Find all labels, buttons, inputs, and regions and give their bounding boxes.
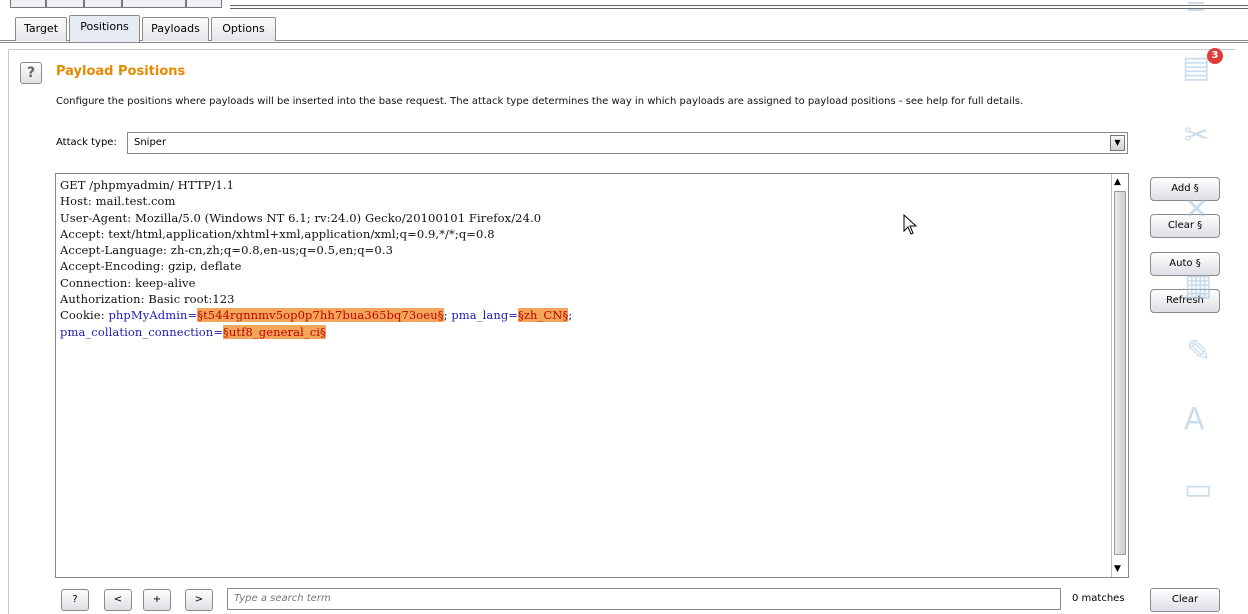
request-text[interactable]: GET /phpmyadmin/ HTTP/1.1 Host: mail.test… xyxy=(60,177,1106,340)
page-title: Payload Positions xyxy=(56,64,186,79)
payload-marker[interactable]: §utf8_general_ci§ xyxy=(223,324,326,339)
mouse-cursor-icon xyxy=(903,214,918,235)
chevron-down-icon[interactable]: ▼ xyxy=(1110,135,1125,151)
request-line: User-Agent: Mozilla/5.0 (Windows NT 6.1;… xyxy=(60,210,542,225)
tab-positions[interactable]: Positions xyxy=(69,15,140,42)
text-icon[interactable]: A xyxy=(1184,402,1205,437)
pencil-icon[interactable]: ✎ xyxy=(1186,334,1211,369)
scroll-up-icon[interactable]: ▲ xyxy=(1114,177,1121,187)
menu-icon[interactable]: ☰ xyxy=(1186,0,1206,17)
tab-target[interactable]: Target xyxy=(15,17,67,41)
top-tab[interactable] xyxy=(186,0,222,8)
request-editor[interactable]: GET /phpmyadmin/ HTTP/1.1 Host: mail.test… xyxy=(55,173,1129,578)
table-icon[interactable]: ▦ xyxy=(1184,268,1212,303)
search-help-button[interactable]: ? xyxy=(61,589,89,611)
request-line: Connection: keep-alive xyxy=(60,275,196,290)
add-search-button[interactable]: + xyxy=(143,589,171,611)
vertical-scrollbar[interactable]: ▲ ▼ xyxy=(1111,174,1128,577)
attack-type-value: Sniper xyxy=(134,137,167,148)
top-tab-strip xyxy=(0,0,1248,12)
cookie-name: pma_lang= xyxy=(451,308,519,323)
cookie-name: phpMyAdmin= xyxy=(108,308,198,323)
request-line: Host: mail.test.com xyxy=(60,194,176,209)
next-match-button[interactable]: > xyxy=(185,589,213,611)
top-tab[interactable] xyxy=(46,0,84,8)
cookie-name: pma_collation_connection= xyxy=(60,324,224,339)
panel-description: Configure the positions where payloads w… xyxy=(56,96,1024,107)
crop-icon[interactable]: ✕ xyxy=(1184,192,1209,227)
attack-type-label: Attack type: xyxy=(56,137,117,148)
cookie-prefix: Cookie: xyxy=(60,308,109,323)
tab-payloads[interactable]: Payloads xyxy=(142,17,209,41)
tab-options[interactable]: Options xyxy=(211,17,276,41)
clear-search-button[interactable]: Clear xyxy=(1150,588,1220,612)
cookie-line: Cookie: phpMyAdmin=§t544rgnnmv5op0p7hh7b… xyxy=(60,307,1106,323)
cookie-end: ; xyxy=(568,308,573,323)
request-line: Accept: text/html,application/xhtml+xml,… xyxy=(60,226,495,241)
request-line: Accept-Encoding: gzip, deflate xyxy=(60,259,242,274)
help-button[interactable]: ? xyxy=(20,62,42,84)
payload-marker[interactable]: §zh_CN§ xyxy=(518,308,569,323)
scroll-down-icon[interactable]: ▼ xyxy=(1114,564,1121,574)
top-tab[interactable] xyxy=(84,0,122,8)
attack-type-select[interactable]: Sniper ▼ xyxy=(127,132,1128,154)
top-tab[interactable] xyxy=(122,0,186,8)
request-line: Accept-Language: zh-cn,zh;q=0.8,en-us;q=… xyxy=(60,243,394,258)
match-count: 0 matches xyxy=(1072,593,1125,604)
previous-match-button[interactable]: < xyxy=(104,589,132,611)
scroll-thumb[interactable] xyxy=(1114,191,1126,555)
request-line: GET /phpmyadmin/ HTTP/1.1 xyxy=(60,178,235,192)
cookie-line: pma_collation_connection=§utf8_general_c… xyxy=(60,324,1106,340)
payload-marker[interactable]: §t544rgnnmv5op0p7hh7bua365bq73oeu§ xyxy=(197,308,444,323)
tools-icon[interactable]: ✂ xyxy=(1184,118,1209,153)
card-icon[interactable]: ▭ xyxy=(1184,472,1212,507)
search-input[interactable]: Type a search term xyxy=(227,588,1061,610)
tab-bar: Target Positions Payloads Options xyxy=(0,15,1248,43)
request-line: Authorization: Basic root:123 xyxy=(60,292,235,307)
notification-badge: 3 xyxy=(1207,48,1223,64)
top-tab[interactable] xyxy=(10,0,46,8)
